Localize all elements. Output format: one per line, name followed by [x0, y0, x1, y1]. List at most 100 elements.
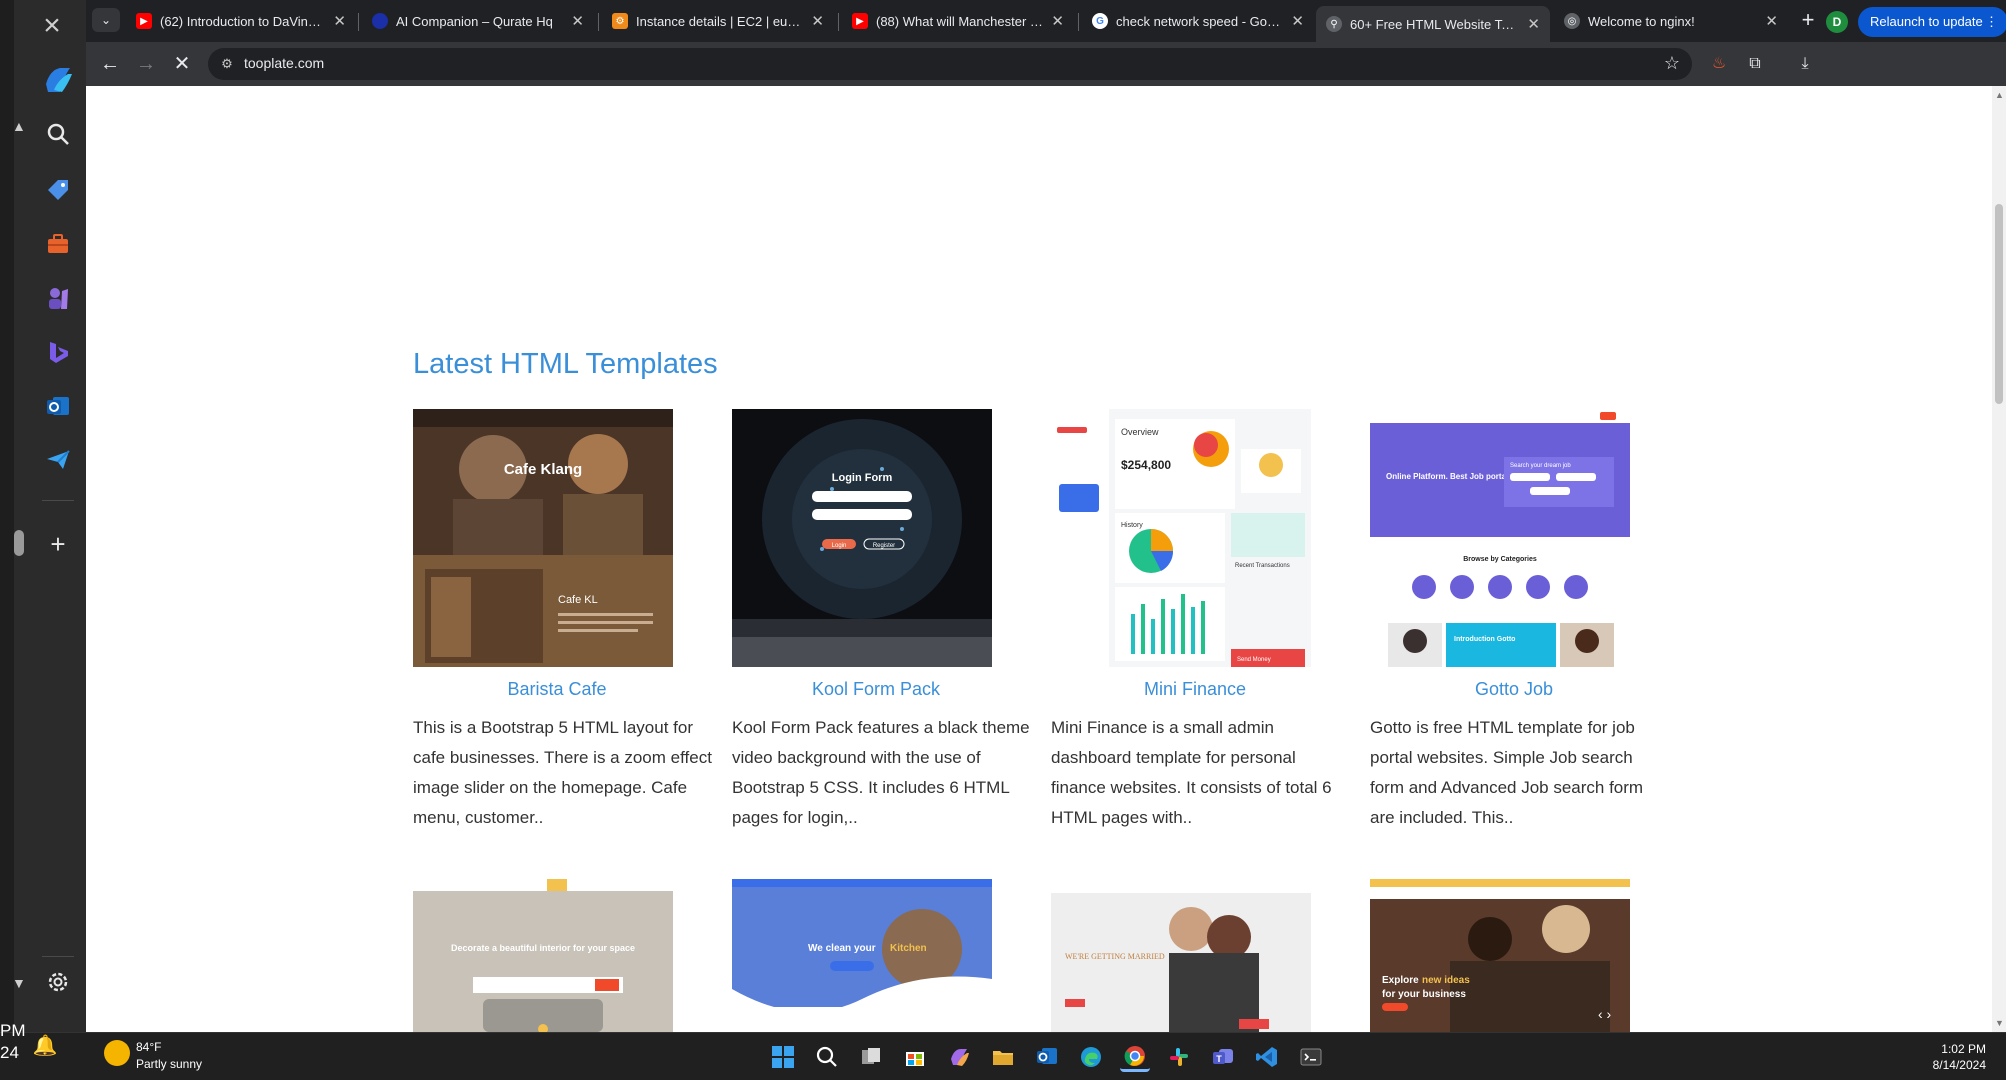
tab-separator — [1078, 13, 1079, 31]
flame-extension-icon[interactable]: ♨ — [1706, 51, 1732, 77]
template-title[interactable]: Kool Form Pack — [732, 679, 1020, 700]
thumb-amount: $254,800 — [1121, 458, 1171, 472]
tab-tooplate[interactable]: ⚲ 60+ Free HTML Website Templ ✕ — [1316, 6, 1550, 42]
outlook-new-icon[interactable] — [1032, 1042, 1062, 1072]
tab-close-icon[interactable]: ✕ — [571, 12, 584, 30]
template-description: Mini Finance is a small admin dashboard … — [1051, 718, 1332, 827]
weather-sunny-icon[interactable] — [104, 1040, 130, 1066]
scroll-up-icon[interactable]: ▲ — [1995, 90, 2004, 100]
teams-icon[interactable]: T — [1208, 1042, 1238, 1072]
template-thumbnail-mini-finance[interactable]: Overview $254,800 History Recent Transac… — [1051, 409, 1311, 667]
search-icon[interactable] — [40, 116, 76, 152]
weather-description[interactable]: Partly sunny — [136, 1057, 202, 1071]
template-title[interactable]: Mini Finance — [1051, 679, 1339, 700]
thumb-hero-text: Overview — [1121, 427, 1159, 437]
template-thumbnail-gotto-job[interactable]: Online Platform. Best Job portal Search … — [1370, 409, 1630, 667]
template-title[interactable]: Gotto Job — [1370, 679, 1658, 700]
taskbar-clock-time[interactable]: 1:02 PM — [1926, 1042, 1986, 1056]
tools-icon[interactable] — [40, 226, 76, 262]
send-icon[interactable] — [40, 442, 76, 478]
thumb-hero-text-b: new ideas — [1422, 975, 1470, 986]
thumb-hero-text-a: We clean your — [808, 943, 876, 954]
tab-search-button[interactable]: ⌄ — [92, 8, 120, 32]
relaunch-label: Relaunch to update — [1870, 14, 1983, 29]
back-arrow-icon[interactable]: ← — [96, 50, 124, 78]
windows-start-icon[interactable] — [768, 1042, 798, 1072]
template-thumbnail-cleaning[interactable]: We clean your Kitchen — [732, 879, 992, 1032]
template-thumbnail-strategy[interactable]: Explore new ideas for your business ‹ › — [1370, 879, 1630, 1032]
tab-ai-companion[interactable]: AI Companion – Qurate Hq ✕ — [362, 6, 594, 36]
tab-separator — [598, 13, 599, 31]
copilot-taskbar-icon[interactable] — [944, 1042, 974, 1072]
partial-clock-date: 24 — [0, 1043, 19, 1062]
tab-close-icon[interactable]: ✕ — [1765, 12, 1778, 30]
weather-temperature[interactable]: 84°F — [136, 1040, 161, 1054]
template-title[interactable]: Barista Cafe — [413, 679, 701, 700]
tab-nginx[interactable]: ◎ Welcome to nginx! ✕ — [1554, 6, 1788, 36]
screen: × ▲ + ▼ ⌄ ▶ (62) Introduction to DaVinci… — [0, 0, 2006, 1080]
settings-gear-icon[interactable] — [40, 964, 76, 1000]
template-description: Kool Form Pack features a black theme vi… — [732, 718, 1030, 827]
tab-close-icon[interactable]: ✕ — [1527, 15, 1540, 33]
edge-browser-icon[interactable] — [1076, 1042, 1106, 1072]
thumb-history: History — [1121, 522, 1143, 529]
page-scrollbar[interactable]: ▲ ▼ — [1992, 86, 2006, 1032]
thumb-search: Search your dream job — [1510, 463, 1571, 469]
add-icon[interactable]: + — [40, 526, 76, 562]
task-view-icon[interactable] — [856, 1042, 886, 1072]
template-thumbnail-wedding[interactable]: WE'RE GETTING MARRIED — [1051, 879, 1311, 1032]
extensions-puzzle-icon[interactable]: ⧉ — [1742, 51, 1768, 77]
file-explorer-icon[interactable] — [988, 1042, 1018, 1072]
zoom-icon — [372, 13, 388, 29]
notification-bell-icon[interactable]: 🔔 — [30, 1030, 60, 1060]
forward-arrow-icon[interactable]: → — [132, 50, 160, 78]
new-tab-button[interactable]: + — [1794, 6, 1822, 34]
address-bar[interactable]: ⚙ tooplate.com ☆ — [208, 48, 1692, 80]
shopping-tag-icon[interactable] — [40, 172, 76, 208]
tab-ec2-instance[interactable]: ⚙ Instance details | EC2 | eu-north ✕ — [602, 6, 834, 36]
thumb-login-button: Login — [832, 543, 847, 549]
partial-clock-time: PM — [0, 1021, 26, 1040]
profile-avatar[interactable]: D — [1826, 11, 1848, 33]
vscode-icon[interactable] — [1252, 1042, 1282, 1072]
slider-arrows-icon: ‹ › — [1598, 1006, 1612, 1022]
browser-toolbar: ← → ✕ ⚙ tooplate.com ☆ ♨ ⧉ ⤓ — [86, 42, 2006, 86]
outlook-icon[interactable] — [40, 388, 76, 424]
page-scroll-thumb[interactable] — [1995, 204, 2003, 404]
bookmark-star-icon[interactable]: ☆ — [1664, 53, 1680, 74]
thumb-intro: Introduction Gotto — [1454, 636, 1515, 643]
address-url[interactable]: tooplate.com — [244, 55, 324, 71]
tab-close-icon[interactable]: ✕ — [333, 12, 346, 30]
slack-icon[interactable] — [1164, 1042, 1194, 1072]
sidebar-scroll-down-icon[interactable]: ▼ — [12, 975, 26, 991]
template-thumbnail-kool-form-pack[interactable]: Login Form Login Register — [732, 409, 992, 667]
scroll-down-icon[interactable]: ▼ — [1995, 1018, 2004, 1028]
more-menu-icon[interactable]: ⋮ — [1985, 7, 1998, 37]
taskbar-search-icon[interactable] — [812, 1042, 842, 1072]
close-icon[interactable]: × — [38, 11, 66, 41]
tab-network-speed[interactable]: G check network speed - Google ✕ — [1082, 6, 1314, 36]
reload-icon[interactable]: ✕ — [168, 50, 196, 78]
download-icon[interactable]: ⤓ — [1792, 51, 1818, 77]
tab-davinci[interactable]: ▶ (62) Introduction to DaVinci Res ✕ — [126, 6, 356, 36]
tab-manchester-united[interactable]: ▶ (88) What will Manchester United ✕ — [842, 6, 1074, 36]
relaunch-button[interactable]: Relaunch to update ⋮ — [1858, 7, 2006, 37]
microsoft-store-icon[interactable] — [900, 1042, 930, 1072]
games-icon[interactable] — [40, 280, 76, 316]
tab-title: AI Companion – Qurate Hq — [396, 13, 553, 29]
sidebar-scroll-up-icon[interactable]: ▲ — [12, 118, 26, 134]
terminal-icon[interactable] — [1296, 1042, 1326, 1072]
site-info-icon[interactable]: ⚙ — [218, 55, 236, 73]
tab-close-icon[interactable]: ✕ — [811, 12, 824, 30]
template-thumbnail-barista-cafe[interactable]: Cafe Klang Cafe KL — [413, 409, 673, 667]
sidebar-scroll-thumb[interactable] — [14, 530, 24, 556]
tab-close-icon[interactable]: ✕ — [1291, 12, 1304, 30]
chrome-browser-icon[interactable] — [1120, 1042, 1150, 1072]
sidebar-divider — [42, 956, 74, 957]
tab-close-icon[interactable]: ✕ — [1051, 12, 1064, 30]
template-thumbnail-interior[interactable]: Decorate a beautiful interior for your s… — [413, 879, 673, 1032]
copilot-icon[interactable] — [40, 62, 76, 98]
bing-icon[interactable] — [40, 334, 76, 370]
template-description: This is a Bootstrap 5 HTML layout for ca… — [413, 718, 712, 827]
taskbar-clock-date[interactable]: 8/14/2024 — [1916, 1058, 1986, 1072]
